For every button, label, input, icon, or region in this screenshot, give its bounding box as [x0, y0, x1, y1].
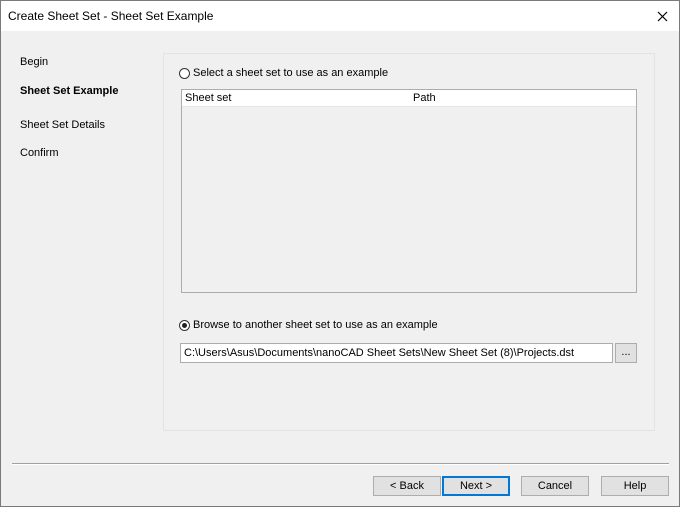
select-example-option[interactable]: Select a sheet set to use as an example [179, 67, 388, 79]
step-confirm: Confirm [20, 147, 59, 159]
sheet-set-list-header: Sheet set Path [182, 90, 636, 107]
close-button[interactable] [645, 1, 679, 31]
browse-button[interactable]: ... [615, 343, 637, 363]
create-sheet-set-dialog: Create Sheet Set - Sheet Set Example Beg… [0, 0, 680, 507]
step-sheet-set-details: Sheet Set Details [20, 119, 105, 131]
title-bar: Create Sheet Set - Sheet Set Example [1, 1, 679, 31]
next-button[interactable]: Next > [442, 476, 510, 496]
close-icon [657, 11, 667, 21]
browse-example-label: Browse to another sheet set to use as an… [193, 319, 438, 331]
step-begin: Begin [20, 56, 49, 68]
select-example-radio[interactable] [179, 67, 190, 79]
column-header-path[interactable]: Path [413, 92, 436, 104]
cancel-button[interactable]: Cancel [521, 476, 589, 496]
browse-example-option[interactable]: Browse to another sheet set to use as an… [179, 319, 438, 331]
browse-example-radio[interactable] [179, 319, 190, 331]
example-path-field[interactable]: C:\Users\Asus\Documents\nanoCAD Sheet Se… [180, 343, 613, 363]
dialog-title: Create Sheet Set - Sheet Set Example [8, 9, 214, 23]
footer-separator [12, 463, 669, 465]
help-button[interactable]: Help [601, 476, 669, 496]
step-sheet-set-example: Sheet Set Example [20, 85, 119, 97]
select-example-label: Select a sheet set to use as an example [193, 67, 389, 79]
example-panel: Select a sheet set to use as an example … [163, 53, 655, 431]
back-button[interactable]: < Back [373, 476, 441, 496]
column-header-sheet-set[interactable]: Sheet set [185, 92, 231, 104]
sheet-set-list[interactable]: Sheet set Path [181, 89, 637, 293]
